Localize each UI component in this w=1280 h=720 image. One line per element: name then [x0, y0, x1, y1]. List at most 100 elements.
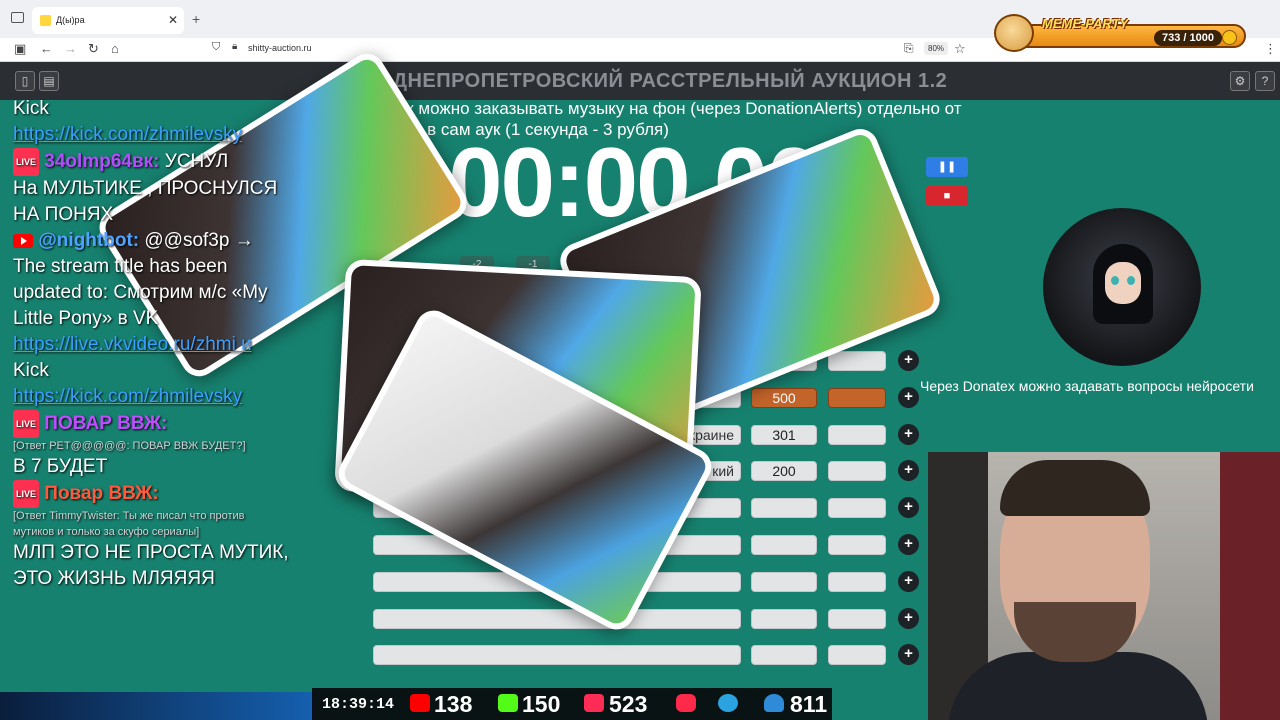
meme-party-title: MEME-PARTY — [1042, 16, 1129, 31]
lot-amount-input[interactable] — [751, 535, 817, 555]
stream-bottom-bar — [0, 692, 316, 720]
streamer-avatar — [1043, 208, 1201, 366]
vk-live-badge-icon: LIVE — [13, 410, 40, 438]
lot-add-button[interactable]: + — [898, 350, 919, 371]
lot-add-amount-input[interactable] — [828, 461, 886, 481]
chat-message: LIVE ПОВАР ВВЖ: — [13, 410, 330, 438]
telegram-icon — [718, 694, 738, 712]
chat-reply: [Ответ TimmyTwister: Ты же писал что про… — [13, 510, 245, 522]
chat-username: ПОВАР ВВЖ: — [44, 413, 168, 435]
lot-add-amount-input[interactable] — [828, 351, 886, 371]
lot-amount-input[interactable] — [751, 645, 817, 665]
chat-line: В 7 БУДЕТ — [13, 456, 108, 477]
lot-amount-input[interactable] — [751, 609, 817, 629]
chat-line: На МУЛЬТИКЕ , ПРОСНУЛСЯ — [13, 178, 278, 199]
lot-name-input[interactable] — [373, 609, 741, 629]
lot-add-button[interactable]: + — [898, 571, 919, 592]
chat-username: 34olmp64вк: — [44, 151, 160, 173]
favicon-icon — [40, 15, 51, 26]
panel-toggle-button[interactable]: ▯ — [15, 71, 35, 91]
back-icon[interactable]: ← — [40, 41, 53, 56]
stream-stats-bar: 18:39:14 138 150 523 811 — [312, 688, 832, 720]
lot-amount-input[interactable] — [751, 572, 817, 592]
lot-add-amount-input[interactable] — [828, 388, 886, 408]
chat-line: ЭТО ЖИЗНЬ МЛЯЯЯЯ — [13, 568, 215, 589]
lot-name-input[interactable] — [373, 645, 741, 665]
chat-message: LIVE 34olmp64вк: УСНУЛ — [13, 148, 330, 176]
donatex-text: Через Donatex можно задавать вопросы ней… — [920, 378, 1254, 394]
lot-add-amount-input[interactable] — [828, 645, 886, 665]
stream-chat: Kick https://kick.com/zhmilevsky LIVE 34… — [0, 96, 330, 696]
stop-button[interactable]: ■ — [926, 186, 968, 206]
stream-clock: 18:39:14 — [322, 696, 395, 713]
youtube-badge-icon — [13, 233, 33, 248]
lot-add-button[interactable]: + — [898, 608, 919, 629]
menu-icon[interactable]: ⋮ — [1264, 41, 1277, 57]
bookmark-star-icon[interactable]: ☆ — [954, 41, 966, 57]
lot-add-amount-input[interactable] — [828, 498, 886, 518]
chat-link[interactable]: https://live.vkvideo.ru/zhmi и — [13, 332, 330, 358]
close-tab-icon[interactable]: ✕ — [168, 13, 178, 27]
save-button[interactable]: ▤ — [39, 71, 59, 91]
lot-add-button[interactable]: + — [898, 497, 919, 518]
lot-add-button[interactable]: + — [898, 387, 919, 408]
youtube-icon — [410, 694, 430, 712]
chat-line: The stream title has been — [13, 256, 228, 277]
url-field[interactable]: shitty-auction.ru — [248, 43, 312, 53]
lot-add-button[interactable]: + — [898, 644, 919, 665]
youtube-viewers: 138 — [434, 691, 473, 717]
shield-icon[interactable]: ⛉ — [212, 41, 220, 54]
lot-amount-input[interactable]: 500 — [751, 388, 817, 408]
coin-icon — [1222, 30, 1237, 45]
chat-username: @nightbot: — [38, 230, 140, 251]
lot-add-button[interactable]: + — [898, 424, 919, 445]
lot-add-button[interactable]: + — [898, 460, 919, 481]
kick-viewers: 150 — [522, 691, 561, 717]
meme-party-widget: MEME-PARTY 733 / 1000 — [994, 14, 1248, 52]
zoom-level[interactable]: 80% — [924, 42, 949, 55]
lot-amount-input[interactable] — [751, 498, 817, 518]
reader-icon[interactable]: ⎘ — [904, 41, 914, 56]
chat-message: @nightbot: @@sof3p → — [13, 228, 330, 254]
chat-line: Kick — [13, 360, 49, 381]
chat-line: updated to: Смотрим м/с «My — [13, 282, 268, 303]
lot-add-amount-input[interactable] — [828, 609, 886, 629]
chat-reply: [Ответ PET@@@@@: ПОВАР ВВЖ БУДЕТ?] — [13, 440, 246, 452]
reload-icon[interactable]: ↻ — [88, 41, 99, 57]
total-viewers: 811 — [790, 691, 828, 717]
chat-link[interactable]: https://kick.com/zhmilevsky — [13, 384, 330, 410]
doge-icon — [994, 14, 1034, 52]
vk-live-badge-icon: LIVE — [13, 480, 40, 508]
browser-tab[interactable]: Д(ы)ра ✕ — [32, 7, 184, 34]
webcam-feed — [928, 452, 1280, 720]
auction-title: ДНЕПРОПЕТРОВСКИЙ РАССТРЕЛЬНЫЙ АУКЦИОН 1.… — [392, 70, 948, 92]
chat-username: Повар ВВЖ: — [44, 483, 159, 505]
auction-header: ▯ ▤ ДНЕПРОПЕТРОВСКИЙ РАССТРЕЛЬНЫЙ АУКЦИО… — [0, 62, 1280, 100]
lot-amount-input[interactable]: 301 — [751, 425, 817, 445]
lot-add-amount-input[interactable] — [828, 535, 886, 555]
tabs-icon[interactable]: ▣ — [14, 41, 26, 57]
lot-add-amount-input[interactable] — [828, 572, 886, 592]
chat-link[interactable]: https://kick.com/zhmilevsky — [13, 122, 330, 148]
chat-line: МЛП ЭТО НЕ ПРОСТА МУТИК, — [13, 542, 289, 563]
chat-line: Kick — [13, 98, 49, 119]
vk-live-viewers: 523 — [609, 691, 648, 717]
lot-amount-input[interactable]: 200 — [751, 461, 817, 481]
settings-gear-icon[interactable]: ⚙ — [1230, 71, 1250, 91]
home-icon[interactable]: ⌂ — [111, 41, 119, 56]
tab-title: Д(ы)ра — [56, 15, 85, 25]
new-tab-icon[interactable]: + — [192, 11, 200, 27]
chat-line: Little Pony» в VK — [13, 308, 159, 329]
viewers-icon — [764, 694, 784, 712]
lot-add-button[interactable]: + — [898, 534, 919, 555]
forward-icon[interactable]: → — [64, 41, 77, 56]
pause-button[interactable]: ❚❚ — [926, 157, 968, 177]
lock-icon[interactable]: 🔒︎ — [232, 41, 237, 52]
vk-live-icon — [584, 694, 604, 712]
chat-text: @@sof3p → — [144, 230, 254, 251]
vk-live-badge-icon: LIVE — [13, 148, 40, 176]
lot-add-amount-input[interactable] — [828, 425, 886, 445]
chat-message: LIVE Повар ВВЖ: — [13, 480, 330, 508]
sidebar-toggle-icon[interactable] — [11, 12, 24, 23]
help-icon[interactable]: ? — [1255, 71, 1275, 91]
